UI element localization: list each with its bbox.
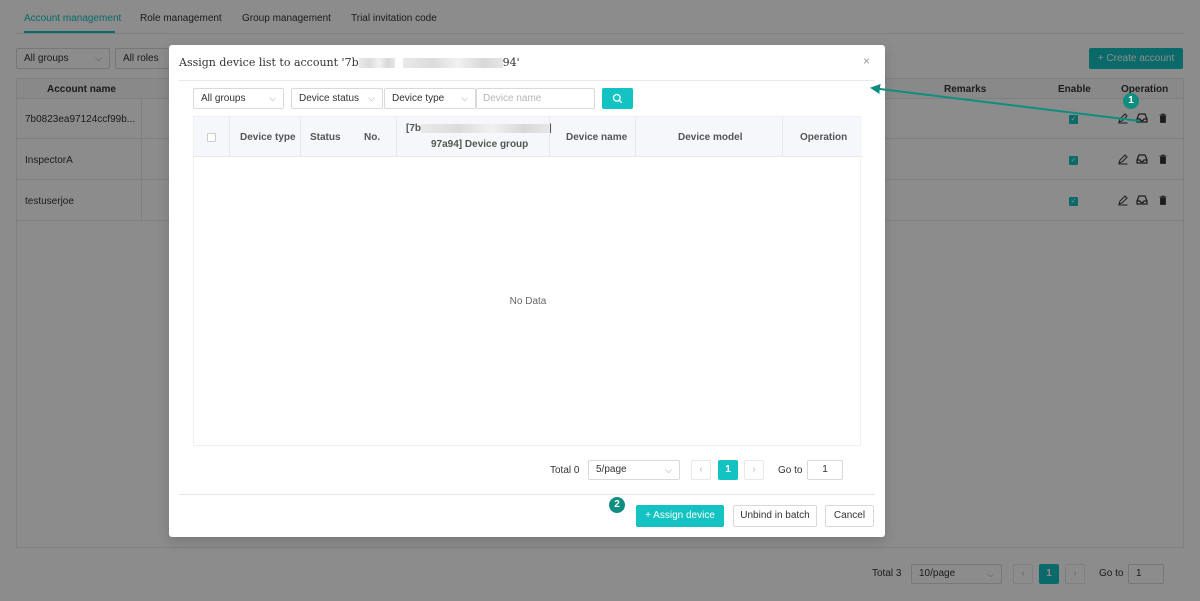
- step-badge-1: 1: [1123, 93, 1139, 109]
- step-badge-2: 2: [609, 497, 625, 513]
- chevron-down-icon: ⌵: [269, 93, 276, 103]
- column-operation: Operation: [800, 132, 848, 143]
- goto-label: Go to: [778, 465, 803, 476]
- page-size-value: 5/page: [596, 464, 627, 475]
- redacted-text: [402, 58, 503, 68]
- column-divider: [300, 117, 301, 157]
- column-device-type: Device type: [240, 132, 296, 143]
- column-no: No.: [364, 132, 381, 143]
- column-device-group: 97a94] Device group: [431, 139, 529, 150]
- redacted-text: [358, 58, 395, 68]
- device-name-input[interactable]: [476, 88, 595, 109]
- device-status-filter-value: Device status: [299, 93, 360, 104]
- redacted-text: [421, 123, 549, 133]
- column-device-model: Device model: [678, 132, 743, 143]
- cancel-button[interactable]: Cancel: [825, 505, 874, 527]
- column-divider: [635, 117, 636, 157]
- close-icon[interactable]: ×: [863, 54, 870, 68]
- unbind-in-batch-button[interactable]: Unbind in batch: [733, 505, 817, 527]
- column-device-name: Device name: [566, 132, 628, 143]
- device-status-filter[interactable]: Device status ⌵: [291, 88, 383, 109]
- device-group-filter[interactable]: All groups ⌵: [193, 88, 284, 109]
- search-icon: [612, 93, 623, 104]
- assign-device-button[interactable]: + Assign device: [636, 505, 724, 527]
- dialog-title-suffix: 94': [502, 56, 520, 69]
- column-divider: [782, 117, 783, 157]
- dialog-footer-divider: [179, 494, 875, 495]
- device-table-header: Device type Status No. [7b | 97a94] Devic…: [194, 117, 862, 157]
- device-type-filter[interactable]: Device type ⌵: [384, 88, 476, 109]
- chevron-down-icon: ⌵: [368, 93, 375, 103]
- chevron-down-icon: ⌵: [461, 93, 468, 103]
- device-table: Device type Status No. [7b | 97a94] Devic…: [193, 116, 862, 446]
- column-device-group-top: [7b |: [406, 123, 552, 134]
- column-device-group-prefix: [7b: [406, 123, 421, 134]
- column-divider: [396, 117, 397, 157]
- current-page-button[interactable]: 1: [718, 460, 738, 480]
- device-type-filter-value: Device type: [392, 93, 445, 104]
- column-divider: [549, 117, 550, 157]
- empty-state-text: No Data: [509, 296, 547, 307]
- dialog-header-divider: [179, 80, 875, 81]
- select-all-checkbox[interactable]: [207, 133, 216, 142]
- total-count: Total 0: [550, 465, 580, 476]
- dialog-title: Assign device list to account '7b 94': [179, 56, 520, 69]
- search-button[interactable]: [602, 88, 633, 109]
- column-status: Status: [310, 132, 341, 143]
- device-group-filter-value: All groups: [201, 93, 246, 104]
- page-size-select[interactable]: 5/page ⌵: [588, 460, 680, 480]
- column-divider: [229, 117, 230, 157]
- assign-device-dialog: Assign device list to account '7b 94' × A…: [169, 45, 885, 537]
- chevron-down-icon: ⌵: [665, 465, 672, 475]
- dialog-title-prefix: Assign device list to account '7b: [179, 56, 359, 69]
- chevron-left-icon[interactable]: ‹: [691, 460, 711, 480]
- goto-page-input[interactable]: 1: [807, 460, 843, 480]
- chevron-right-icon[interactable]: ›: [744, 460, 764, 480]
